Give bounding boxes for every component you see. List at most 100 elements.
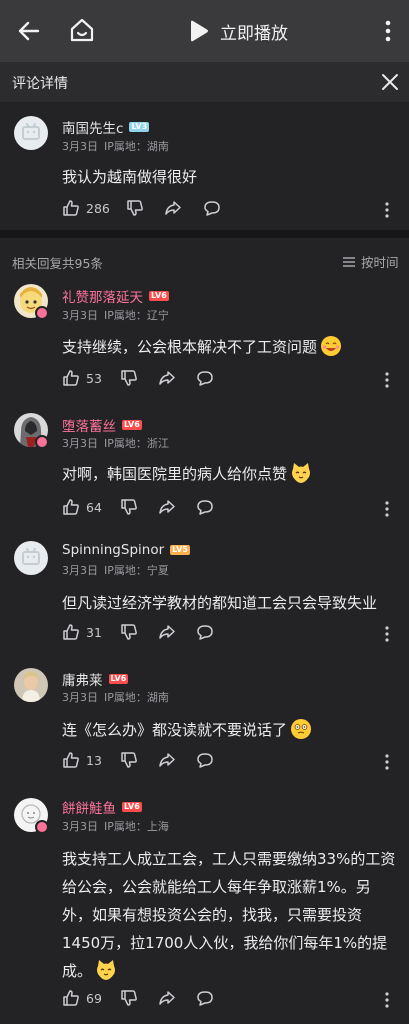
reply-button[interactable] [196,989,214,1007]
play-now-label: 立即播放 [220,23,288,44]
comment-actions: 31 [62,623,402,645]
comment-date: 3月3日 [62,564,98,577]
comment-more-icon[interactable] [384,500,390,518]
dislike-button[interactable] [120,989,138,1007]
thumbs-up-icon [63,624,79,640]
ip-location: IP属地：浙江 [104,437,169,450]
comment-actions: 53 [62,369,402,391]
dizzy-face-emoji-icon [291,719,312,739]
username[interactable]: 礼赞那落延天 LV6 [62,286,169,306]
like-count: 286 [86,200,110,216]
reply-item: 餅餅鮭鱼 LV6 3月3日 IP属地：上海 我支持工人成立工会，工人只需要缴纳33… [0,792,409,1024]
thumbs-down-icon [121,752,137,768]
avatar[interactable] [14,116,48,150]
username[interactable]: SpinningSpinor LV5 [62,542,190,558]
comment-text-content: 支持继续，公会根本解决不了工资问题 [62,338,318,356]
play-now-button[interactable]: 立即播放 [188,17,288,45]
thumbs-down-icon [121,624,137,640]
close-icon[interactable] [378,70,402,94]
share-button[interactable] [158,989,176,1007]
comment-bubble-icon [197,371,213,386]
comment-detail-title: 评论详情 [12,76,68,92]
portrait-avatar-icon [14,668,48,702]
replies-header: 相关回复共95条 按时间 [0,246,409,276]
comment-bubble-icon [197,991,213,1006]
dislike-button[interactable] [120,623,138,641]
reply-button[interactable] [196,498,214,516]
dislike-button[interactable] [126,199,144,217]
like-button[interactable]: 53 [62,369,102,387]
share-button[interactable] [158,498,176,516]
home-icon[interactable] [68,16,96,44]
sort-label: 按时间 [361,255,399,270]
comment-meta: 3月3日 IP属地：宁夏 [62,562,169,578]
dislike-button[interactable] [120,751,138,769]
like-button[interactable]: 13 [62,751,102,769]
avatar[interactable] [14,541,48,575]
comment-more-icon[interactable] [384,625,390,643]
comment-date: 3月3日 [62,691,98,704]
like-button[interactable]: 69 [62,989,102,1007]
dislike-button[interactable] [120,498,138,516]
share-button[interactable] [158,369,176,387]
username[interactable]: 餅餅鮭鱼 LV6 [62,797,142,817]
username-text: 礼赞那落延天 [62,290,143,306]
level-badge: LV6 [149,291,169,301]
comment-bubble-icon [197,753,213,768]
sort-button[interactable]: 按时间 [342,252,399,271]
like-button[interactable]: 64 [62,498,102,516]
sort-lines-icon [343,256,355,267]
ip-location: IP属地：辽宁 [104,309,169,322]
laughing-emoji-icon [321,336,342,356]
share-button[interactable] [164,199,182,217]
reply-count: 相关回复共95条 [12,256,103,271]
reply-button[interactable] [203,199,221,217]
reply-item: SpinningSpinor LV5 3月3日 IP属地：宁夏 但凡读过经济学教材… [0,534,409,658]
comment-meta: 3月3日 IP属地：上海 [62,818,169,834]
like-button[interactable]: 31 [62,623,102,641]
more-vertical-icon[interactable] [380,18,396,44]
reply-button[interactable] [196,369,214,387]
username[interactable]: 堕落蓄丝 LV6 [62,415,142,435]
back-arrow-icon[interactable] [16,18,42,44]
comment-text: 支持继续，公会根本解决不了工资问题 [62,334,398,361]
comment-text: 我认为越南做得很好 [62,168,198,186]
share-button[interactable] [158,623,176,641]
reply-button[interactable] [196,623,214,641]
dislike-button[interactable] [120,369,138,387]
share-icon [159,371,175,385]
section-divider [0,230,409,238]
username-text: 餅餅鮭鱼 [62,801,116,817]
username-text: 南国先生c [62,121,124,137]
ip-location: IP属地：湖南 [104,140,169,153]
vip-badge-icon [35,435,49,449]
comment-meta: 3月3日 IP属地：辽宁 [62,307,169,323]
comment-date: 3月3日 [62,437,98,450]
comment-more-icon[interactable] [384,201,390,219]
reply-button[interactable] [196,751,214,769]
comment-more-icon[interactable] [384,371,390,389]
comment-meta: 3月3日 IP属地：浙江 [62,435,169,451]
comment-more-icon[interactable] [384,753,390,771]
default-tv-avatar-icon [14,541,48,575]
comment-bubble-icon [197,500,213,515]
share-button[interactable] [158,751,176,769]
share-icon [159,753,175,767]
avatar[interactable] [14,668,48,702]
comment-text-content: 对啊，韩国医院里的病人给你点赞 [62,465,288,483]
comment-detail-header: 评论详情 [0,62,409,102]
like-count: 69 [86,990,102,1006]
comment-bubble-icon [197,625,213,640]
share-icon [159,991,175,1005]
share-icon [165,201,181,215]
like-button[interactable]: 286 [62,199,110,217]
comment-actions: 286 [62,199,402,221]
username[interactable]: 庸弗莱 LV6 [62,669,129,689]
like-count: 31 [86,624,102,640]
thumbs-up-icon [63,990,79,1006]
cat-face-emoji-icon [97,960,116,980]
username[interactable]: 南国先生c LV3 [62,117,150,137]
comment-more-icon[interactable] [384,991,390,1009]
cat-face-emoji-icon [292,463,311,483]
play-icon [191,20,208,42]
